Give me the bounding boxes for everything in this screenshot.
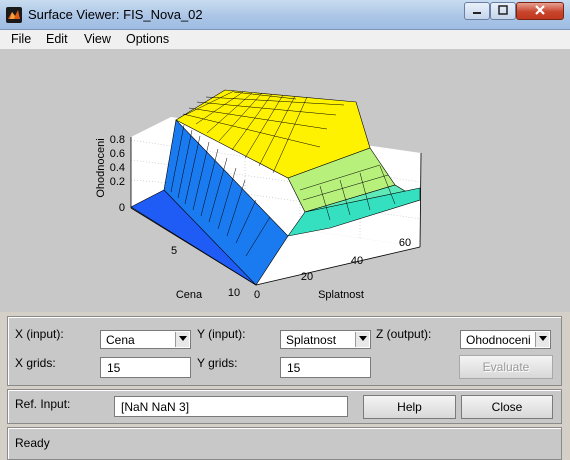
ref-input-value: [NaN NaN 3] bbox=[121, 400, 190, 414]
y-input-label: Y (input): bbox=[197, 327, 246, 341]
ref-input-panel: Ref. Input: [NaN NaN 3] Help Close bbox=[7, 389, 562, 424]
y-grids-input[interactable]: 15 bbox=[280, 357, 371, 378]
minimize-button[interactable] bbox=[464, 2, 490, 20]
title-bar: Surface Viewer: FIS_Nova_02 bbox=[0, 0, 570, 30]
help-label: Help bbox=[397, 400, 422, 414]
evaluate-label: Evaluate bbox=[482, 360, 530, 374]
menu-options[interactable]: Options bbox=[126, 32, 169, 46]
z-tick-3: 0.6 bbox=[110, 148, 125, 160]
y-axis-label: Cena bbox=[176, 289, 203, 301]
x-tick-60: 60 bbox=[399, 237, 411, 249]
matlab-icon bbox=[6, 7, 22, 23]
x-tick-20: 20 bbox=[301, 271, 313, 283]
x-tick-40: 40 bbox=[351, 255, 363, 267]
status-text: Ready bbox=[15, 436, 50, 450]
x-grids-label: X grids: bbox=[15, 356, 56, 370]
z-output-label: Z (output): bbox=[376, 327, 432, 341]
ref-input-field[interactable]: [NaN NaN 3] bbox=[114, 396, 348, 417]
z-output-dropdown[interactable]: Ohodnoceni bbox=[460, 330, 551, 349]
z-tick-0: 0 bbox=[119, 202, 125, 214]
z-tick-2: 0.4 bbox=[110, 162, 125, 174]
x-tick-0: 0 bbox=[254, 289, 260, 301]
y-input-value: Splatnost bbox=[286, 333, 337, 347]
z-tick-1: 0.2 bbox=[110, 176, 125, 188]
status-panel: Ready bbox=[7, 427, 562, 460]
menu-bar: File Edit View Options bbox=[0, 30, 570, 50]
menu-file[interactable]: File bbox=[11, 32, 31, 46]
x-axis-label: Splatnost bbox=[318, 289, 364, 301]
menu-edit[interactable]: Edit bbox=[46, 32, 68, 46]
menu-view[interactable]: View bbox=[84, 32, 111, 46]
axis-controls-panel: X (input): Cena Y (input): Splatnost Z (… bbox=[7, 316, 562, 386]
help-button[interactable]: Help bbox=[363, 395, 456, 419]
y-tick-10: 10 bbox=[228, 287, 240, 299]
z-axis-label: Ohodnoceni bbox=[95, 138, 107, 197]
dropdown-arrow-icon bbox=[175, 332, 189, 347]
x-input-value: Cena bbox=[106, 333, 135, 347]
close-button[interactable]: Close bbox=[461, 395, 553, 419]
ref-input-label: Ref. Input: bbox=[15, 397, 71, 411]
x-grids-value: 15 bbox=[107, 361, 121, 375]
z-tick-4: 0.8 bbox=[110, 134, 125, 146]
window-title: Surface Viewer: FIS_Nova_02 bbox=[28, 7, 203, 22]
maximize-button[interactable] bbox=[490, 2, 516, 20]
surface-plot-svg: 0 0.2 0.4 0.6 0.8 Ohodnoceni 5 10 Cena 0… bbox=[95, 89, 422, 301]
evaluate-button[interactable]: Evaluate bbox=[459, 355, 553, 379]
dropdown-arrow-icon bbox=[535, 332, 549, 347]
y-tick-5: 5 bbox=[171, 245, 177, 257]
x-input-label: X (input): bbox=[15, 327, 64, 341]
x-input-dropdown[interactable]: Cena bbox=[100, 330, 191, 349]
x-grids-input[interactable]: 15 bbox=[100, 357, 191, 378]
y-input-dropdown[interactable]: Splatnost bbox=[280, 330, 371, 349]
close-window-button[interactable] bbox=[516, 2, 564, 20]
surface-plot[interactable]: 0 0.2 0.4 0.6 0.8 Ohodnoceni 5 10 Cena 0… bbox=[0, 50, 570, 312]
dropdown-arrow-icon bbox=[355, 332, 369, 347]
y-grids-label: Y grids: bbox=[197, 356, 238, 370]
z-output-value: Ohodnoceni bbox=[466, 333, 531, 347]
y-grids-value: 15 bbox=[287, 361, 301, 375]
close-label: Close bbox=[491, 400, 523, 414]
